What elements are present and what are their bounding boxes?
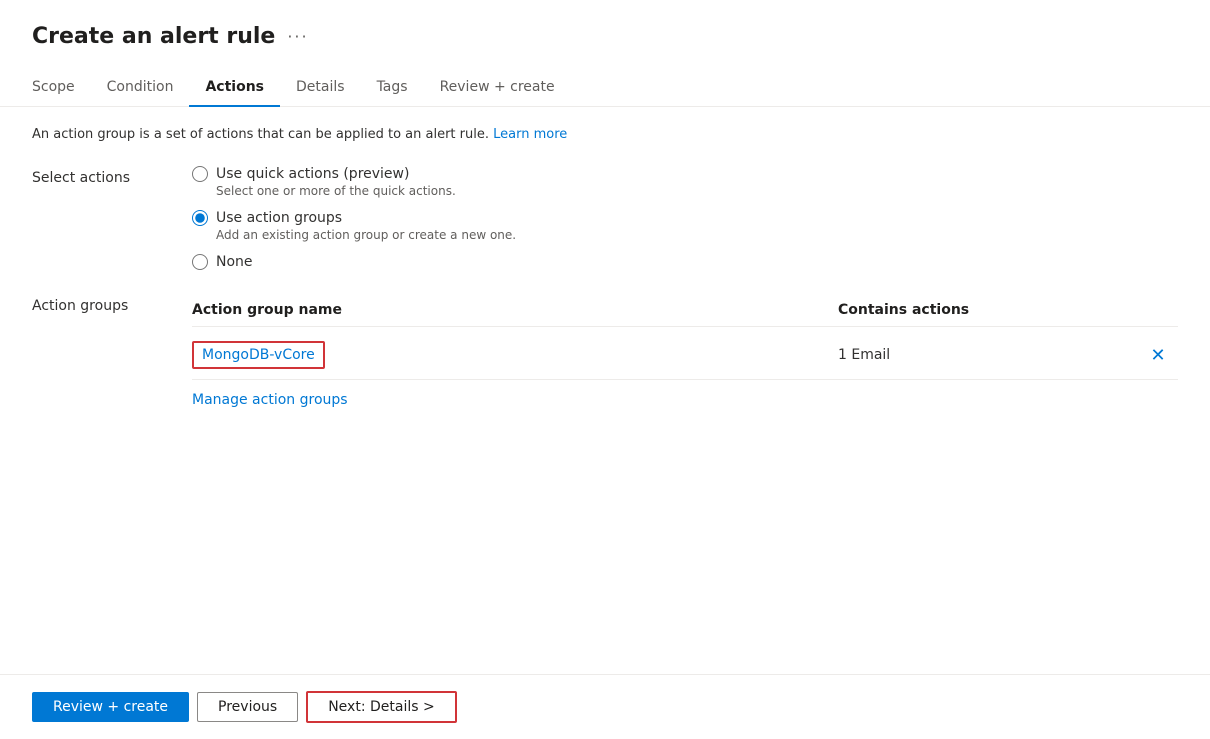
- col-header-name: Action group name: [192, 302, 838, 318]
- page-header: Create an alert rule ···: [0, 0, 1210, 49]
- action-groups-desc: Add an existing action group or create a…: [216, 228, 1178, 242]
- page-title: Create an alert rule: [32, 24, 275, 49]
- col-header-actions: Contains actions: [838, 302, 1138, 318]
- quick-actions-label[interactable]: Use quick actions (preview): [216, 166, 409, 182]
- action-groups-section: Action groups Action group name Contains…: [32, 294, 1178, 408]
- review-create-button[interactable]: Review + create: [32, 692, 189, 722]
- ag-row-remove: ✕: [1138, 346, 1178, 364]
- tab-review-create[interactable]: Review + create: [424, 69, 571, 107]
- info-bar: An action group is a set of actions that…: [32, 127, 1178, 142]
- tabs-bar: Scope Condition Actions Details Tags Rev…: [0, 69, 1210, 107]
- previous-button[interactable]: Previous: [197, 692, 298, 722]
- tab-tags[interactable]: Tags: [361, 69, 424, 107]
- ag-row-name: MongoDB-vCore: [192, 341, 838, 369]
- select-actions-label: Select actions: [32, 166, 192, 270]
- action-groups-radio[interactable]: [192, 210, 208, 226]
- tab-condition[interactable]: Condition: [91, 69, 190, 107]
- footer: Review + create Previous Next: Details >: [0, 674, 1210, 739]
- none-radio[interactable]: [192, 254, 208, 270]
- action-groups-label[interactable]: Use action groups: [216, 210, 342, 226]
- tab-actions[interactable]: Actions: [189, 69, 280, 107]
- next-details-button[interactable]: Next: Details >: [306, 691, 457, 723]
- info-text: An action group is a set of actions that…: [32, 127, 489, 142]
- col-header-remove: [1138, 302, 1178, 318]
- select-actions-content: Use quick actions (preview) Select one o…: [192, 166, 1178, 270]
- action-groups-content: Action group name Contains actions Mongo…: [192, 294, 1178, 408]
- more-options-icon[interactable]: ···: [287, 27, 308, 46]
- learn-more-link[interactable]: Learn more: [493, 127, 567, 142]
- select-actions-section: Select actions Use quick actions (previe…: [32, 166, 1178, 270]
- remove-action-group-button[interactable]: ✕: [1150, 346, 1165, 364]
- tab-details[interactable]: Details: [280, 69, 361, 107]
- manage-action-groups-link[interactable]: Manage action groups: [192, 392, 348, 408]
- ag-row-actions: 1 Email: [838, 347, 1138, 363]
- quick-actions-radio[interactable]: [192, 166, 208, 182]
- radio-action-groups: Use action groups Add an existing action…: [192, 210, 1178, 242]
- tab-scope[interactable]: Scope: [32, 69, 91, 107]
- radio-none: None: [192, 254, 1178, 270]
- table-row: MongoDB-vCore 1 Email ✕: [192, 331, 1178, 380]
- content-area: An action group is a set of actions that…: [0, 107, 1210, 674]
- action-groups-label: Action groups: [32, 294, 192, 408]
- none-label[interactable]: None: [216, 254, 253, 270]
- radio-group: Use quick actions (preview) Select one o…: [192, 166, 1178, 270]
- ag-table-header: Action group name Contains actions: [192, 294, 1178, 327]
- quick-actions-desc: Select one or more of the quick actions.: [216, 184, 1178, 198]
- action-group-name-link[interactable]: MongoDB-vCore: [192, 341, 325, 369]
- radio-quick-actions: Use quick actions (preview) Select one o…: [192, 166, 1178, 198]
